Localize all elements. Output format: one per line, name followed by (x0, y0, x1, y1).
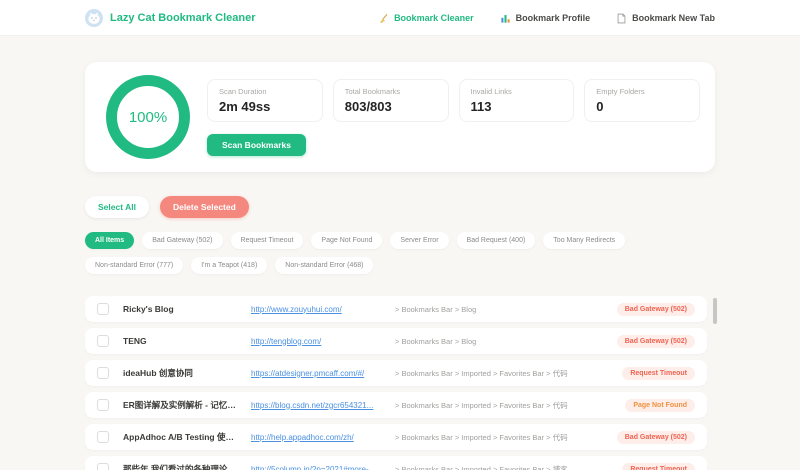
broom-icon (378, 13, 389, 24)
bookmark-title: TENG (123, 336, 241, 346)
filter-chip-label: Page Not Found (321, 237, 372, 244)
filter-chip-label: Non-standard Error (468) (285, 262, 363, 269)
tab-bookmark-cleaner[interactable]: Bookmark Cleaner (378, 13, 474, 24)
stat-value: 113 (471, 99, 563, 114)
filter-chip[interactable]: Bad Request (400) (457, 232, 536, 249)
stat-box: Invalid Links 113 (459, 79, 575, 122)
filter-chip[interactable]: Too Many Redirects (543, 232, 625, 249)
bookmark-checkbox[interactable] (97, 463, 109, 470)
bookmark-title: 那些年,我们看过的各种理论法则 | I... (123, 463, 241, 470)
bookmark-list: Ricky's Blog http://www.zouyuhui.com/ > … (85, 296, 707, 470)
stat-box: Total Bookmarks 803/803 (333, 79, 449, 122)
tab-label: Bookmark Cleaner (394, 13, 474, 23)
bookmark-row: 那些年,我们看过的各种理论法则 | I... http://5column.in… (85, 456, 707, 470)
cat-logo-icon (85, 9, 103, 27)
filter-chip-label: Server Error (400, 237, 438, 244)
tab-bar: Bookmark Cleaner Bookmark Profile (378, 13, 715, 24)
brand: Lazy Cat Bookmark Cleaner (85, 9, 256, 27)
bookmark-checkbox[interactable] (97, 367, 109, 379)
bookmark-checkbox[interactable] (97, 335, 109, 347)
status-badge: Bad Gateway (502) (617, 431, 695, 444)
stat-value: 803/803 (345, 99, 437, 114)
bookmark-url-link[interactable]: https://atdesigner.pmcaff.com/#/ (251, 369, 383, 378)
select-all-button[interactable]: Select All (85, 196, 149, 218)
filter-chip[interactable]: I'm a Teapot (418) (191, 257, 267, 274)
filter-chip-bar: All Items Bad Gateway (502) Request Time… (85, 232, 725, 274)
filter-chip-label: I'm a Teapot (418) (201, 262, 257, 269)
tab-bookmark-new-tab[interactable]: Bookmark New Tab (616, 13, 715, 24)
bulk-actions: Select All Delete Selected (85, 196, 715, 218)
scan-progress-ring: 100% (106, 75, 190, 159)
bookmark-row: Ricky's Blog http://www.zouyuhui.com/ > … (85, 296, 707, 322)
filter-chip[interactable]: Page Not Found (311, 232, 382, 249)
bookmark-title: ideaHub 创意协同 (123, 367, 241, 379)
app-title: Lazy Cat Bookmark Cleaner (110, 12, 256, 24)
filter-chip-label: Bad Request (400) (467, 237, 526, 244)
bookmark-url-link[interactable]: http://help.appadhoc.com/zh/ (251, 433, 383, 442)
bookmark-url-link[interactable]: https://blog.csdn.net/zgcr654321... (251, 401, 383, 410)
scan-progress-percent: 100% (129, 109, 167, 126)
bookmark-folder-path: > Bookmarks Bar > Imported > Favorites B… (395, 432, 607, 443)
status-badge: Page Not Found (625, 399, 695, 412)
new-tab-icon (616, 13, 627, 24)
scrollbar-thumb[interactable] (713, 298, 717, 324)
filter-chip-label: Request Timeout (241, 237, 294, 244)
stat-label: Invalid Links (471, 87, 563, 96)
filter-chip[interactable]: Bad Gateway (502) (142, 232, 222, 249)
stat-box: Empty Folders 0 (584, 79, 700, 122)
bar-chart-icon (500, 13, 511, 24)
stat-label: Empty Folders (596, 87, 688, 96)
scan-bookmarks-button[interactable]: Scan Bookmarks (207, 134, 306, 156)
bookmark-folder-path: > Bookmarks Bar > Imported > Favorites B… (395, 400, 615, 411)
bookmark-row: ideaHub 创意协同 https://atdesigner.pmcaff.c… (85, 360, 707, 386)
bookmark-checkbox[interactable] (97, 431, 109, 443)
filter-chip[interactable]: All Items (85, 232, 134, 249)
bookmark-title: AppAdhoc A/B Testing 使用文档 -... (123, 431, 241, 443)
filter-chip-label: Bad Gateway (502) (152, 237, 212, 244)
stat-value: 0 (596, 99, 688, 114)
bookmark-title: ER图详解及实例解析 - 记忆碎片的... (123, 399, 241, 411)
main-content: 100% Scan Duration 2m 49ss Total Bookmar… (85, 62, 715, 470)
tab-bookmark-profile[interactable]: Bookmark Profile (500, 13, 591, 24)
tab-label: Bookmark Profile (516, 13, 591, 23)
scan-summary-card: 100% Scan Duration 2m 49ss Total Bookmar… (85, 62, 715, 172)
filter-chip[interactable]: Non-standard Error (468) (275, 257, 373, 274)
stat-label: Total Bookmarks (345, 87, 437, 96)
stat-label: Scan Duration (219, 87, 311, 96)
filter-chip[interactable]: Request Timeout (231, 232, 304, 249)
filter-chip[interactable]: Non-standard Error (777) (85, 257, 183, 274)
stat-value: 2m 49ss (219, 99, 311, 114)
app-header: Lazy Cat Bookmark Cleaner Bookmark Clean… (0, 0, 800, 36)
stats-row: Scan Duration 2m 49ss Total Bookmarks 80… (207, 79, 700, 122)
bookmark-url-link[interactable]: http://tengblog.com/ (251, 337, 383, 346)
bookmark-folder-path: > Bookmarks Bar > Blog (395, 305, 607, 314)
bookmark-folder-path: > Bookmarks Bar > Blog (395, 337, 607, 346)
filter-chip-label: Too Many Redirects (553, 237, 615, 244)
status-badge: Request Timeout (622, 463, 695, 470)
filter-chip-label: All Items (95, 237, 124, 244)
filter-chip[interactable]: Server Error (390, 232, 448, 249)
bookmark-checkbox[interactable] (97, 399, 109, 411)
bookmark-folder-path: > Bookmarks Bar > Imported > Favorites B… (395, 464, 612, 470)
bookmark-row: TENG http://tengblog.com/ > Bookmarks Ba… (85, 328, 707, 354)
bookmark-row: AppAdhoc A/B Testing 使用文档 -... http://he… (85, 424, 707, 450)
stat-box: Scan Duration 2m 49ss (207, 79, 323, 122)
tab-label: Bookmark New Tab (632, 13, 715, 23)
delete-selected-button[interactable]: Delete Selected (160, 196, 249, 218)
status-badge: Bad Gateway (502) (617, 335, 695, 348)
status-badge: Request Timeout (622, 367, 695, 380)
bookmark-row: ER图详解及实例解析 - 记忆碎片的... https://blog.csdn.… (85, 392, 707, 418)
bookmark-url-link[interactable]: http://www.zouyuhui.com/ (251, 305, 383, 314)
bookmark-title: Ricky's Blog (123, 304, 241, 314)
bookmark-folder-path: > Bookmarks Bar > Imported > Favorites B… (395, 368, 612, 379)
bookmark-url-link[interactable]: http://5column.in/?p=2021#more-... (251, 465, 383, 470)
bookmark-checkbox[interactable] (97, 303, 109, 315)
status-badge: Bad Gateway (502) (617, 303, 695, 316)
filter-chip-label: Non-standard Error (777) (95, 262, 173, 269)
